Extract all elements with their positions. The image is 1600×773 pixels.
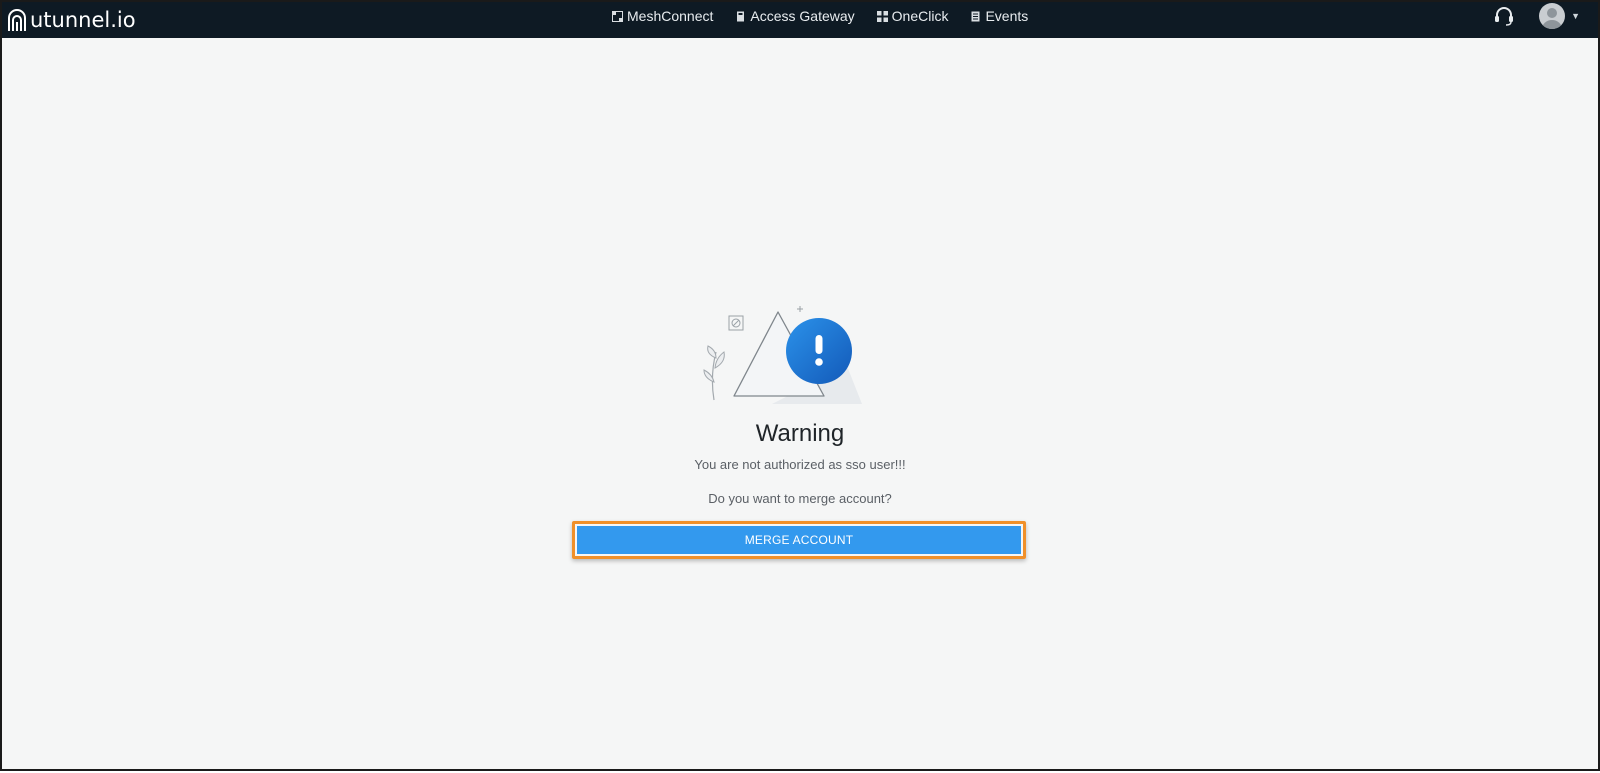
nav-access-gateway[interactable]: Access Gateway [735,8,855,24]
logo-icon [8,9,26,31]
warning-title: Warning [755,420,845,447]
grid-icon [876,10,888,22]
app-window: utunnel.io MeshConnect Access Gateway On… [0,0,1600,771]
top-navbar: utunnel.io MeshConnect Access Gateway On… [2,2,1598,38]
user-icon [1542,8,1563,29]
main-nav: MeshConnect Access Gateway OneClick Even… [612,2,1028,30]
caret-down-icon: ▼ [1571,11,1580,21]
user-menu[interactable]: ▼ [1539,3,1580,29]
nav-access-gateway-label: Access Gateway [750,8,855,24]
gateway-icon [737,11,745,21]
main-content: Warning You are not authorized as sso us… [2,38,1598,773]
events-icon [971,11,980,21]
merge-button-highlight: MERGE ACCOUNT [572,521,1026,559]
avatar [1539,3,1566,29]
nav-meshconnect[interactable]: MeshConnect [612,8,713,24]
nav-oneclick-label: OneClick [891,8,949,24]
nav-events[interactable]: Events [970,8,1028,24]
nav-oneclick[interactable]: OneClick [876,8,949,24]
merge-account-button[interactable]: MERGE ACCOUNT [577,526,1021,554]
logo-text: utunnel.io [30,8,136,32]
header-actions: ▼ [1493,2,1580,30]
nav-events-label: Events [985,8,1029,24]
brand-logo[interactable]: utunnel.io [6,5,136,35]
merge-question: Do you want to merge account? [708,491,892,506]
nav-meshconnect-label: MeshConnect [627,8,714,24]
mesh-icon [612,10,623,22]
headset-icon[interactable] [1493,5,1515,27]
warning-illustration [703,306,862,404]
warning-message: You are not authorized as sso user!!! [694,457,906,472]
